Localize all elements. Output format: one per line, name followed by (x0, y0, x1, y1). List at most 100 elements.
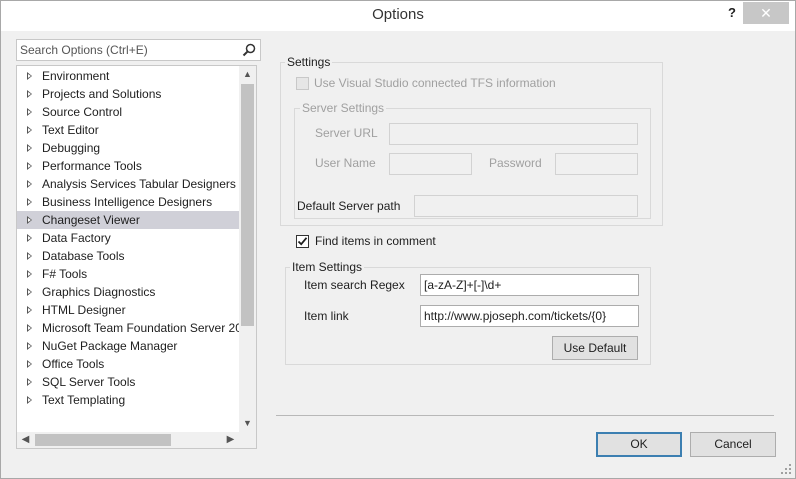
tree-item-label: Debugging (42, 141, 101, 155)
search-icon[interactable] (242, 43, 256, 57)
find-items-checkbox[interactable] (296, 235, 309, 248)
tree-item-label: Text Editor (42, 123, 99, 137)
scroll-right-icon[interactable]: ▶ (222, 432, 239, 448)
tree-item[interactable]: Environment (17, 67, 239, 85)
tree-item[interactable]: Projects and Solutions (17, 85, 239, 103)
expand-arrow-icon[interactable] (27, 306, 32, 314)
scroll-left-icon[interactable]: ◀ (17, 432, 34, 448)
password-field[interactable] (555, 153, 638, 175)
tree-item[interactable]: F# Tools (17, 265, 239, 283)
scroll-down-icon[interactable]: ▼ (239, 415, 256, 432)
tree-item[interactable]: Office Tools (17, 355, 239, 373)
password-label: Password (489, 156, 542, 170)
tree-item-label: Graphics Diagnostics (42, 285, 156, 299)
tree-item-label: Text Templating (42, 393, 126, 407)
tree-item-label: NuGet Package Manager (42, 339, 178, 353)
tree-item[interactable]: Debugging (17, 139, 239, 157)
expand-arrow-icon[interactable] (27, 180, 32, 188)
expand-arrow-icon[interactable] (27, 324, 32, 332)
expand-arrow-icon[interactable] (27, 198, 32, 206)
tree-item[interactable]: Business Intelligence Designers (17, 193, 239, 211)
tree-item[interactable]: Microsoft Team Foundation Server 20 (17, 319, 239, 337)
close-button[interactable]: ✕ (743, 2, 789, 24)
close-icon: ✕ (760, 5, 772, 21)
tree-item-label: Database Tools (42, 249, 125, 263)
tree-item-label: F# Tools (42, 267, 88, 281)
expand-arrow-icon[interactable] (27, 252, 32, 260)
tree-item[interactable]: Text Editor (17, 121, 239, 139)
expand-arrow-icon[interactable] (27, 72, 32, 80)
tree-item[interactable]: HTML Designer (17, 301, 239, 319)
tree-item[interactable]: Graphics Diagnostics (17, 283, 239, 301)
tree-item[interactable]: Source Control (17, 103, 239, 121)
server-url-label: Server URL (315, 126, 378, 140)
scroll-up-icon[interactable]: ▲ (239, 66, 256, 83)
item-search-regex-field[interactable]: [a-zA-Z]+[-]\d+ (420, 274, 639, 296)
tree-item-label: Business Intelligence Designers (42, 195, 213, 209)
use-tfs-label: Use Visual Studio connected TFS informat… (314, 76, 556, 90)
default-server-path-field[interactable] (414, 195, 638, 217)
search-box[interactable] (16, 39, 261, 61)
item-settings-legend: Item Settings (290, 260, 365, 274)
resize-grip-icon[interactable] (780, 463, 792, 475)
vertical-scroll-thumb[interactable] (241, 84, 254, 326)
ok-button[interactable]: OK (596, 432, 682, 457)
tree-vertical-scrollbar[interactable]: ▲ ▼ (239, 66, 256, 432)
tree-item-label: SQL Server Tools (42, 375, 136, 389)
item-link-field[interactable]: http://www.pjoseph.com/tickets/{0} (420, 305, 639, 327)
tree-item[interactable]: Database Tools (17, 247, 239, 265)
tree-item-label: Analysis Services Tabular Designers (42, 177, 236, 191)
cancel-button[interactable]: Cancel (690, 432, 776, 457)
tree-item[interactable]: Analysis Services Tabular Designers (17, 175, 239, 193)
settings-group: Settings Use Visual Studio connected TFS… (280, 55, 663, 226)
expand-arrow-icon[interactable] (27, 144, 32, 152)
search-input[interactable] (20, 42, 235, 58)
expand-arrow-icon[interactable] (27, 342, 32, 350)
tree-item[interactable]: Data Factory (17, 229, 239, 247)
use-default-button[interactable]: Use Default (552, 336, 638, 360)
footer-separator (276, 415, 774, 416)
server-settings-legend: Server Settings (300, 101, 387, 115)
dialog-body: Environment Projects and Solutions Source … (1, 31, 795, 478)
tree-item[interactable]: Changeset Viewer (17, 211, 239, 229)
expand-arrow-icon[interactable] (27, 288, 32, 296)
expand-arrow-icon[interactable] (27, 270, 32, 278)
expand-arrow-icon[interactable] (27, 126, 32, 134)
item-link-label: Item link (304, 309, 349, 323)
expand-arrow-icon[interactable] (27, 216, 32, 224)
user-name-field[interactable] (389, 153, 472, 175)
help-button[interactable]: ? (721, 3, 743, 23)
server-url-field[interactable] (389, 123, 638, 145)
user-name-label: User Name (315, 156, 376, 170)
tree-item-label: Microsoft Team Foundation Server 20 (42, 321, 239, 335)
tree-item[interactable]: SQL Server Tools (17, 373, 239, 391)
options-dialog: Options ? ✕ Environment Projects and Solu… (0, 0, 796, 479)
tree-item[interactable]: Performance Tools (17, 157, 239, 175)
expand-arrow-icon[interactable] (27, 360, 32, 368)
tree-item[interactable]: NuGet Package Manager (17, 337, 239, 355)
expand-arrow-icon[interactable] (27, 234, 32, 242)
tree-item-label: Office Tools (42, 357, 105, 371)
tree-list: Environment Projects and Solutions Source … (17, 67, 239, 409)
expand-arrow-icon[interactable] (27, 90, 32, 98)
default-server-path-label: Default Server path (297, 199, 401, 213)
tree-item-label: Source Control (42, 105, 123, 119)
tree-item-label: Performance Tools (42, 159, 142, 173)
settings-legend: Settings (285, 55, 333, 69)
item-settings-group: Item Settings Item search Regex [a-zA-Z]… (285, 260, 651, 365)
expand-arrow-icon[interactable] (27, 378, 32, 386)
expand-arrow-icon[interactable] (27, 162, 32, 170)
title-bar[interactable]: Options ? ✕ (1, 1, 795, 31)
dialog-title: Options (372, 6, 424, 23)
expand-arrow-icon[interactable] (27, 396, 32, 404)
use-tfs-checkbox[interactable] (296, 77, 309, 90)
item-search-regex-label: Item search Regex (304, 278, 405, 292)
options-tree[interactable]: Environment Projects and Solutions Source … (16, 65, 257, 449)
tree-item-label: Data Factory (42, 231, 111, 245)
expand-arrow-icon[interactable] (27, 108, 32, 116)
horizontal-scroll-thumb[interactable] (35, 434, 171, 446)
checkmark-icon (297, 237, 308, 246)
tree-item-label: Projects and Solutions (42, 87, 162, 101)
tree-item[interactable]: Text Templating (17, 391, 239, 409)
tree-horizontal-scrollbar[interactable]: ◀ ▶ (17, 432, 239, 448)
